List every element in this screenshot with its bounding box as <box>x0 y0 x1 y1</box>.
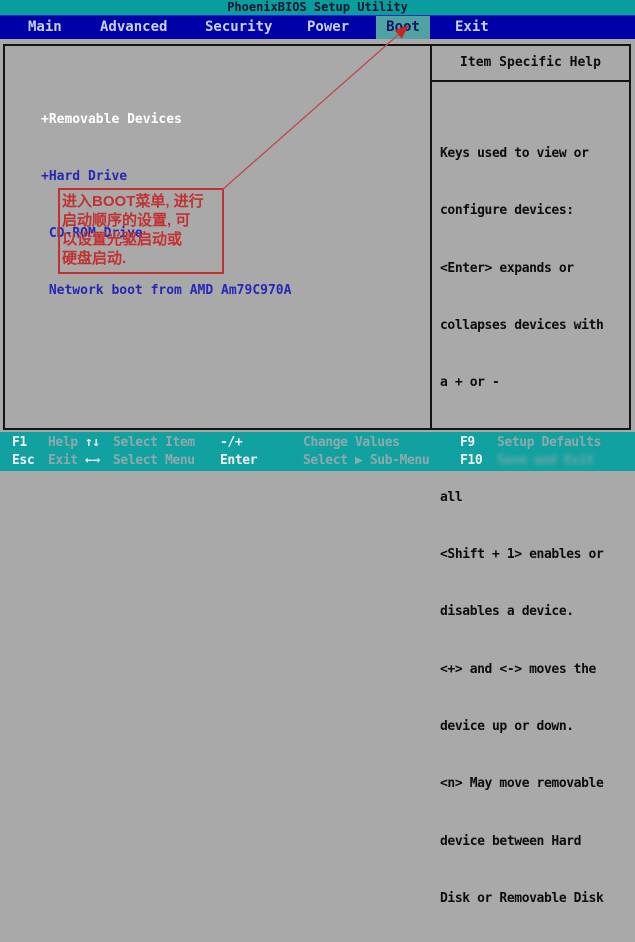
boot-item-removable-devices[interactable]: +Removable Devices <box>41 110 291 129</box>
help-line: <n> May move removable <box>440 774 629 793</box>
help-line: configure devices: <box>440 201 629 220</box>
bios-title: PhoenixBIOS Setup Utility <box>0 0 635 15</box>
menu-tab-advanced[interactable]: Advanced <box>100 16 167 39</box>
footer-key-legend: F1 Help ↑↓ Select Item -/+ Change Values… <box>0 432 635 471</box>
menu-tab-power[interactable]: Power <box>307 16 349 39</box>
key-f9-label: Setup Defaults <box>497 435 601 450</box>
key-f10-label: Save and Exit <box>497 453 594 468</box>
key-f10: F10 <box>460 453 482 468</box>
menu-tab-main[interactable]: Main <box>28 16 62 39</box>
menu-tab-exit[interactable]: Exit <box>455 16 489 39</box>
help-pane-text: Keys used to view or configure devices: … <box>432 82 629 942</box>
key-leftright-label: Select Menu <box>113 453 195 468</box>
key-leftright: ←→ <box>85 453 100 468</box>
help-line: Keys used to view or <box>440 144 629 163</box>
help-line: all <box>440 488 629 507</box>
help-line: collapses devices with <box>440 316 629 335</box>
key-enter: Enter <box>220 453 257 468</box>
key-minusplus-label: Change Values <box>303 435 400 450</box>
help-line: Disk or Removable Disk <box>440 889 629 908</box>
annotation-line: 硬盘启动. <box>62 249 222 268</box>
help-line: a + or - <box>440 373 629 392</box>
key-minusplus: -/+ <box>220 435 242 450</box>
annotation-line: 以设置光驱启动或 <box>62 230 222 249</box>
help-pane: Item Specific Help Keys used to view or … <box>430 46 629 428</box>
key-enter-label: Select ▶ Sub-Menu <box>303 453 429 468</box>
help-line: <Shift + 1> enables or <box>440 545 629 564</box>
help-pane-title: Item Specific Help <box>432 46 629 82</box>
annotation-line: 进入BOOT菜单, 进行 <box>62 192 222 211</box>
key-updown-label: Select Item <box>113 435 195 450</box>
menu-tab-boot[interactable]: Boot <box>376 16 430 39</box>
key-f1: F1 <box>12 435 27 450</box>
help-line: device up or down. <box>440 717 629 736</box>
help-line: <Enter> expands or <box>440 259 629 278</box>
boot-item-hard-drive[interactable]: +Hard Drive <box>41 167 291 186</box>
key-esc: Esc <box>12 453 34 468</box>
boot-item-network-boot[interactable]: Network boot from AMD Am79C970A <box>41 281 291 300</box>
menu-bar: Main Advanced Security Power Boot Exit <box>0 15 635 39</box>
key-f9: F9 <box>460 435 475 450</box>
key-f1-label: Help <box>48 435 78 450</box>
help-line: <+> and <-> moves the <box>440 660 629 679</box>
annotation-line: 启动顺序的设置, 可 <box>62 211 222 230</box>
key-updown: ↑↓ <box>85 435 100 450</box>
menu-tab-security[interactable]: Security <box>205 16 272 39</box>
key-esc-label: Exit <box>48 453 78 468</box>
annotation-box: 进入BOOT菜单, 进行 启动顺序的设置, 可 以设置光驱启动或 硬盘启动. <box>58 188 224 274</box>
help-line: disables a device. <box>440 602 629 621</box>
help-line: device between Hard <box>440 832 629 851</box>
